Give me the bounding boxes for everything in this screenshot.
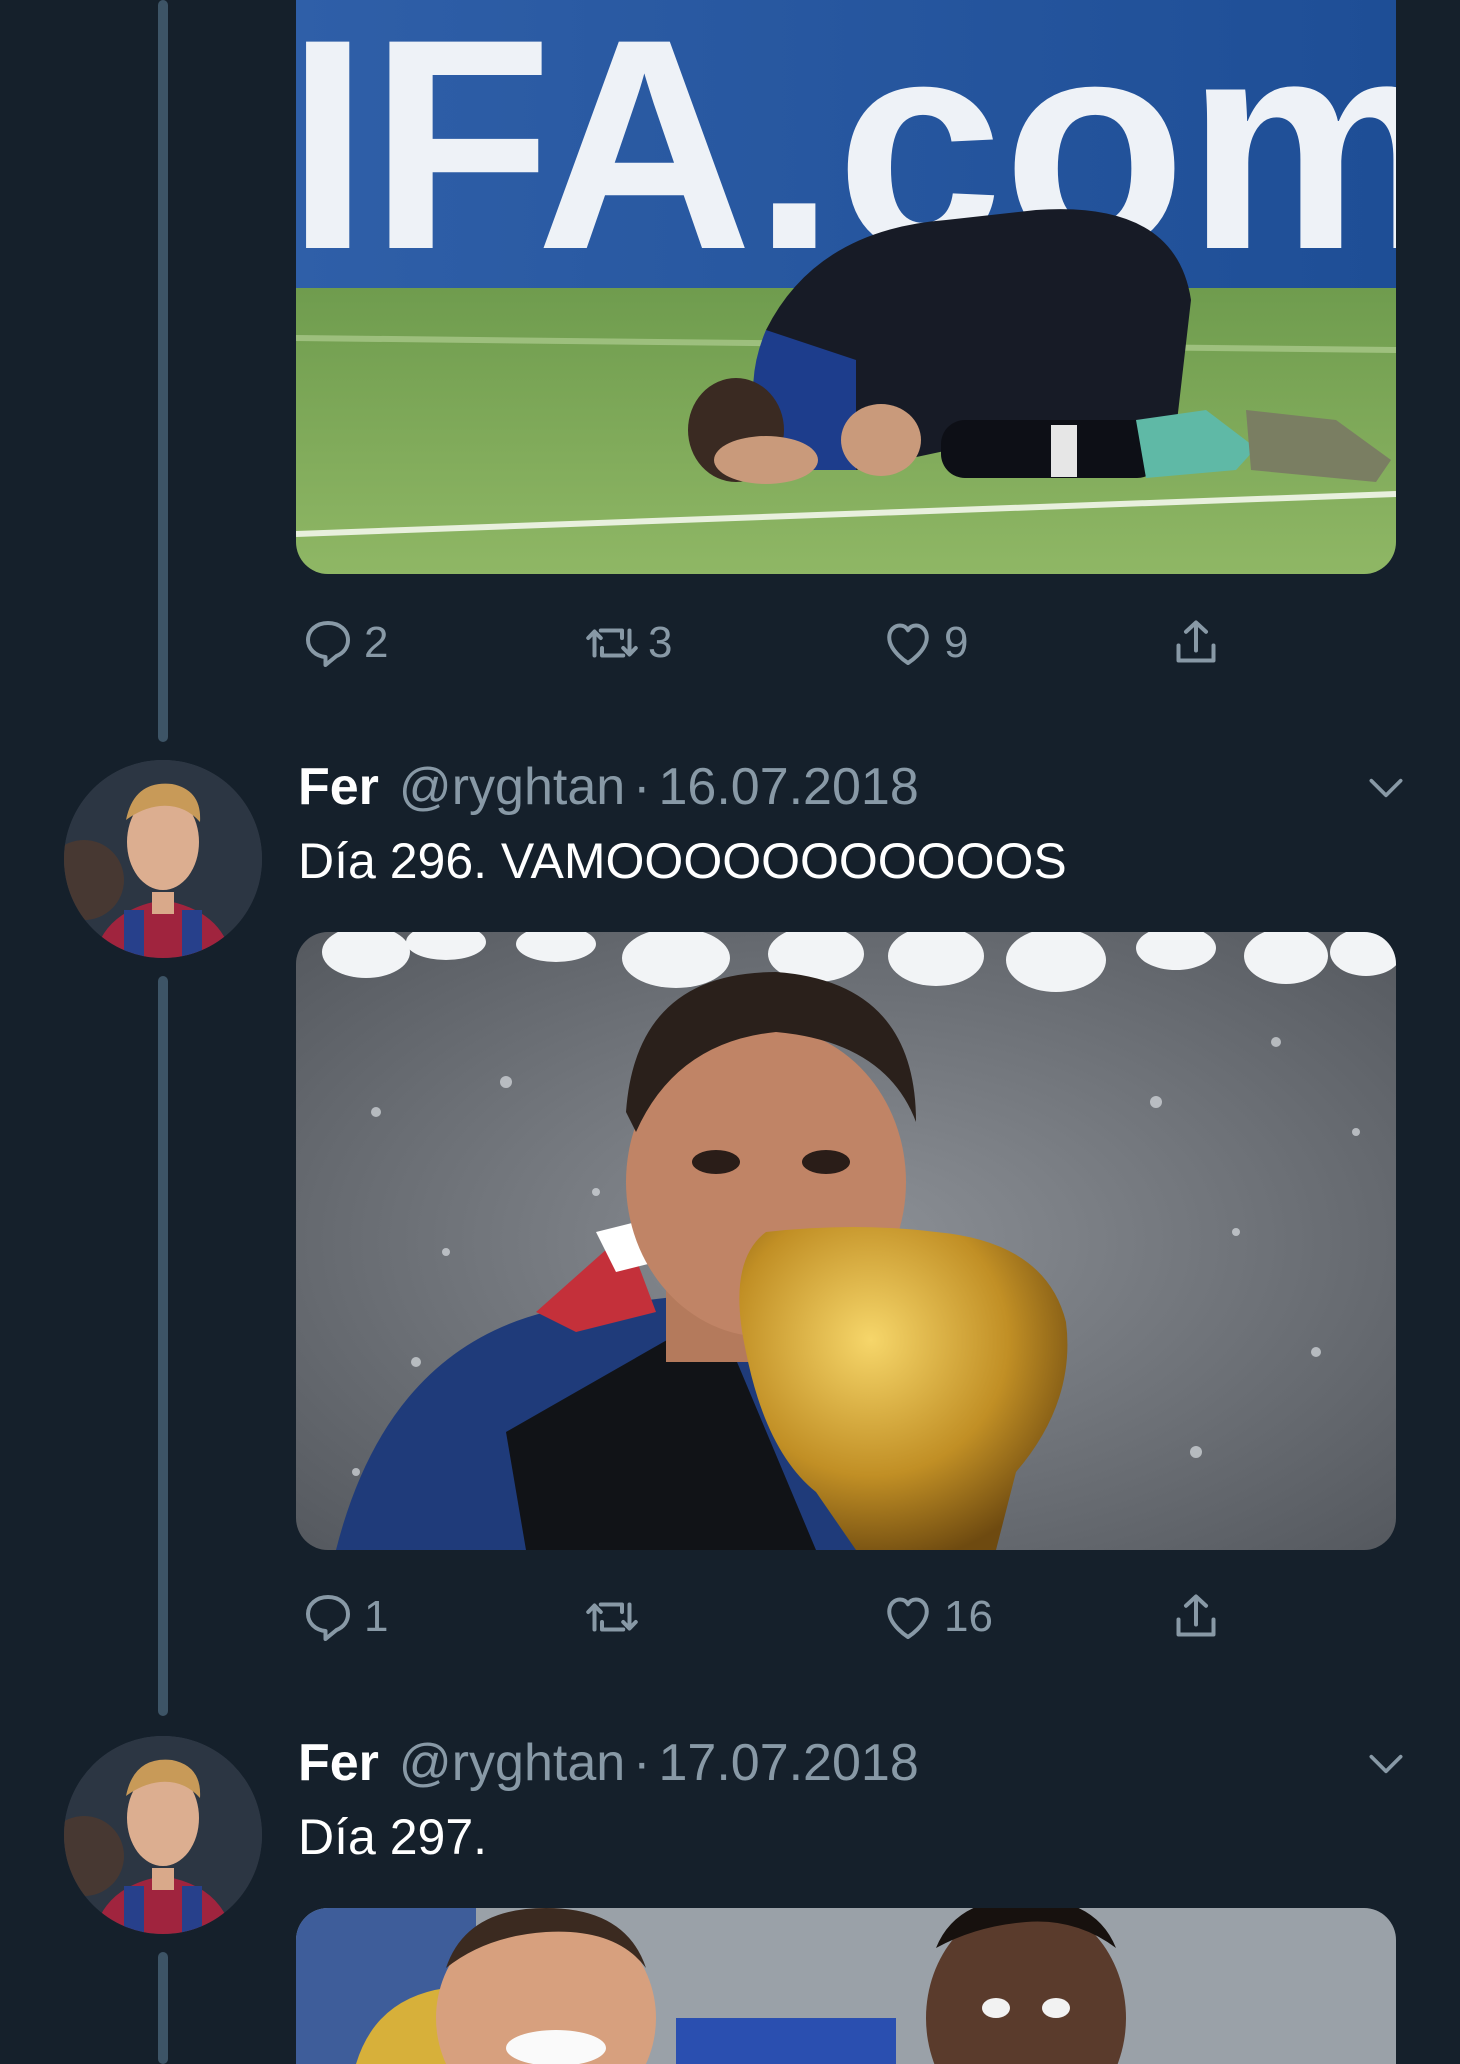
tweet-date[interactable]: 16.07.2018 [658, 757, 918, 817]
user-handle[interactable]: @ryghtan [399, 1733, 625, 1793]
separator-dot: · [633, 1734, 651, 1792]
like-count: 9 [944, 618, 969, 667]
reply-count: 2 [364, 618, 389, 667]
share-button[interactable] [1166, 1582, 1232, 1652]
share-icon [1176, 620, 1216, 663]
heart-icon [887, 623, 929, 665]
avatar[interactable] [64, 760, 262, 958]
reply-icon [306, 1595, 350, 1641]
retweet-button[interactable] [582, 1582, 648, 1652]
share-icon [1176, 1594, 1216, 1637]
retweet-icon [586, 628, 638, 658]
tweet-actions: 1 16 [298, 1582, 1398, 1652]
like-button[interactable]: 16 [878, 1582, 993, 1652]
retweet-icon [586, 1602, 638, 1632]
tweet-header: Fer @ryghtan · 16.07.2018 [298, 752, 1408, 822]
display-name[interactable]: Fer [298, 1733, 379, 1793]
reply-button[interactable]: 1 [298, 1582, 388, 1652]
tweet-text: Día 296. VAMOOOOOOOOOOOS [298, 833, 1067, 889]
chevron-down-icon[interactable] [1364, 766, 1408, 810]
thread-line [158, 1952, 168, 2064]
user-handle[interactable]: @ryghtan [399, 757, 625, 817]
tweet-image[interactable]: IFA.com [296, 0, 1396, 574]
reply-button[interactable]: 2 [298, 608, 388, 678]
chevron-down-icon[interactable] [1364, 1742, 1408, 1786]
separator-dot: · [633, 758, 651, 816]
like-count: 16 [944, 1592, 993, 1641]
reply-icon [306, 621, 350, 667]
avatar[interactable] [64, 1736, 262, 1934]
tweet-header: Fer @ryghtan · 17.07.2018 [298, 1728, 1408, 1798]
retweet-button[interactable]: 3 [582, 608, 672, 678]
tweet-image[interactable] [296, 932, 1396, 1550]
thread-line [158, 976, 168, 1716]
retweet-count: 3 [648, 618, 673, 667]
tweet-date[interactable]: 17.07.2018 [658, 1733, 918, 1793]
tweet-image[interactable] [296, 1908, 1396, 2064]
thread-line [158, 0, 168, 742]
tweet-actions: 2 3 9 [298, 608, 1398, 678]
share-button[interactable] [1166, 608, 1232, 678]
like-button[interactable]: 9 [878, 608, 968, 678]
reply-count: 1 [364, 1592, 389, 1641]
display-name[interactable]: Fer [298, 757, 379, 817]
heart-icon [887, 1597, 929, 1639]
tweet-text: Día 297. [298, 1809, 488, 1865]
